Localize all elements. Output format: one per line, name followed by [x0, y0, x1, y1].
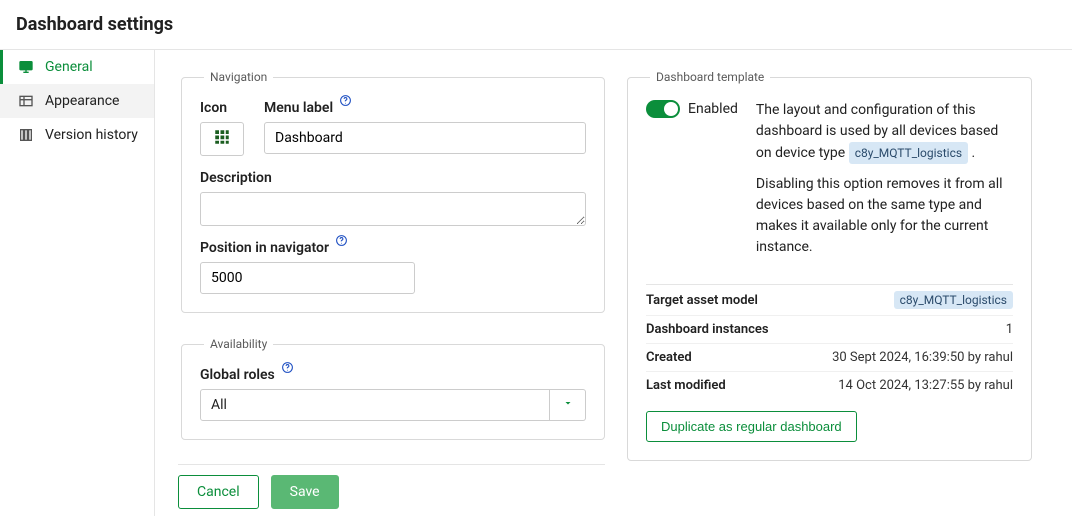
enabled-label: Enabled	[688, 101, 738, 117]
monitor-icon	[17, 58, 35, 76]
caret-down-icon	[562, 397, 574, 413]
history-icon	[17, 126, 35, 144]
target-asset-chip: c8y_MQTT_logistics	[894, 291, 1013, 309]
sidebar-item-label: General	[45, 59, 93, 75]
description-label: Description	[200, 170, 586, 186]
icon-picker[interactable]	[200, 122, 244, 156]
table-icon	[17, 92, 35, 110]
menu-label-field: Menu label	[264, 100, 586, 154]
template-meta-list: Target asset model c8y_MQTT_logistics Da…	[646, 284, 1013, 399]
meta-label: Created	[646, 350, 692, 365]
availability-panel: Availability Global roles All	[181, 337, 605, 440]
meta-label: Dashboard instances	[646, 322, 769, 337]
icon-field: Icon	[200, 100, 244, 156]
position-label: Position in navigator	[200, 240, 329, 256]
icon-label: Icon	[200, 100, 244, 116]
meta-last-modified: Last modified 14 Oct 2024, 13:27:55 by r…	[646, 371, 1013, 399]
meta-value: 1	[1006, 322, 1013, 337]
page-title: Dashboard settings	[0, 0, 1072, 50]
meta-value: 14 Oct 2024, 13:27:55 by rahul	[838, 378, 1013, 393]
navigation-panel: Navigation Icon Menu	[181, 70, 605, 313]
menu-label-input[interactable]	[264, 122, 586, 154]
global-roles-select[interactable]: All	[200, 389, 550, 421]
sidebar-item-version-history[interactable]: Version history	[0, 118, 154, 152]
template-panel: Dashboard template Enabled The layout an…	[627, 70, 1032, 461]
global-roles-label: Global roles	[200, 367, 275, 383]
meta-target-asset-model: Target asset model c8y_MQTT_logistics	[646, 285, 1013, 315]
menu-label-text: Menu label	[264, 100, 333, 116]
sidebar-item-label: Appearance	[45, 93, 119, 109]
template-legend: Dashboard template	[650, 70, 770, 84]
position-input[interactable]	[200, 262, 415, 294]
help-icon[interactable]	[339, 94, 352, 111]
sidebar-item-label: Version history	[45, 127, 138, 143]
navigation-legend: Navigation	[204, 70, 273, 84]
position-field: Position in navigator	[200, 240, 586, 294]
enabled-toggle[interactable]	[646, 100, 680, 118]
meta-label: Target asset model	[646, 293, 758, 308]
grid-icon	[213, 128, 231, 150]
global-roles-dropdown-toggle[interactable]	[550, 389, 586, 421]
global-roles-field: Global roles All	[200, 367, 586, 421]
template-desc-2: Disabling this option removes it from al…	[756, 174, 1013, 258]
meta-dashboard-instances: Dashboard instances 1	[646, 315, 1013, 343]
help-icon[interactable]	[335, 234, 348, 251]
description-input[interactable]	[200, 192, 586, 226]
help-icon[interactable]	[281, 361, 294, 378]
save-button[interactable]: Save	[271, 475, 339, 509]
meta-label: Last modified	[646, 378, 726, 393]
cancel-button[interactable]: Cancel	[178, 475, 259, 509]
settings-sidebar: General Appearance Version history	[0, 50, 155, 516]
footer-actions: Cancel Save	[178, 464, 605, 516]
meta-created: Created 30 Sept 2024, 16:39:50 by rahul	[646, 343, 1013, 371]
template-description: The layout and configuration of this das…	[756, 100, 1013, 268]
availability-legend: Availability	[204, 337, 273, 351]
meta-value: 30 Sept 2024, 16:39:50 by rahul	[832, 350, 1013, 365]
device-type-chip: c8y_MQTT_logistics	[849, 142, 968, 164]
enabled-toggle-wrap: Enabled	[646, 100, 738, 118]
sidebar-item-appearance[interactable]: Appearance	[0, 84, 154, 118]
sidebar-item-general[interactable]: General	[0, 50, 154, 84]
description-field: Description	[200, 170, 586, 226]
template-desc-post: .	[968, 145, 975, 161]
duplicate-button[interactable]: Duplicate as regular dashboard	[646, 411, 857, 442]
